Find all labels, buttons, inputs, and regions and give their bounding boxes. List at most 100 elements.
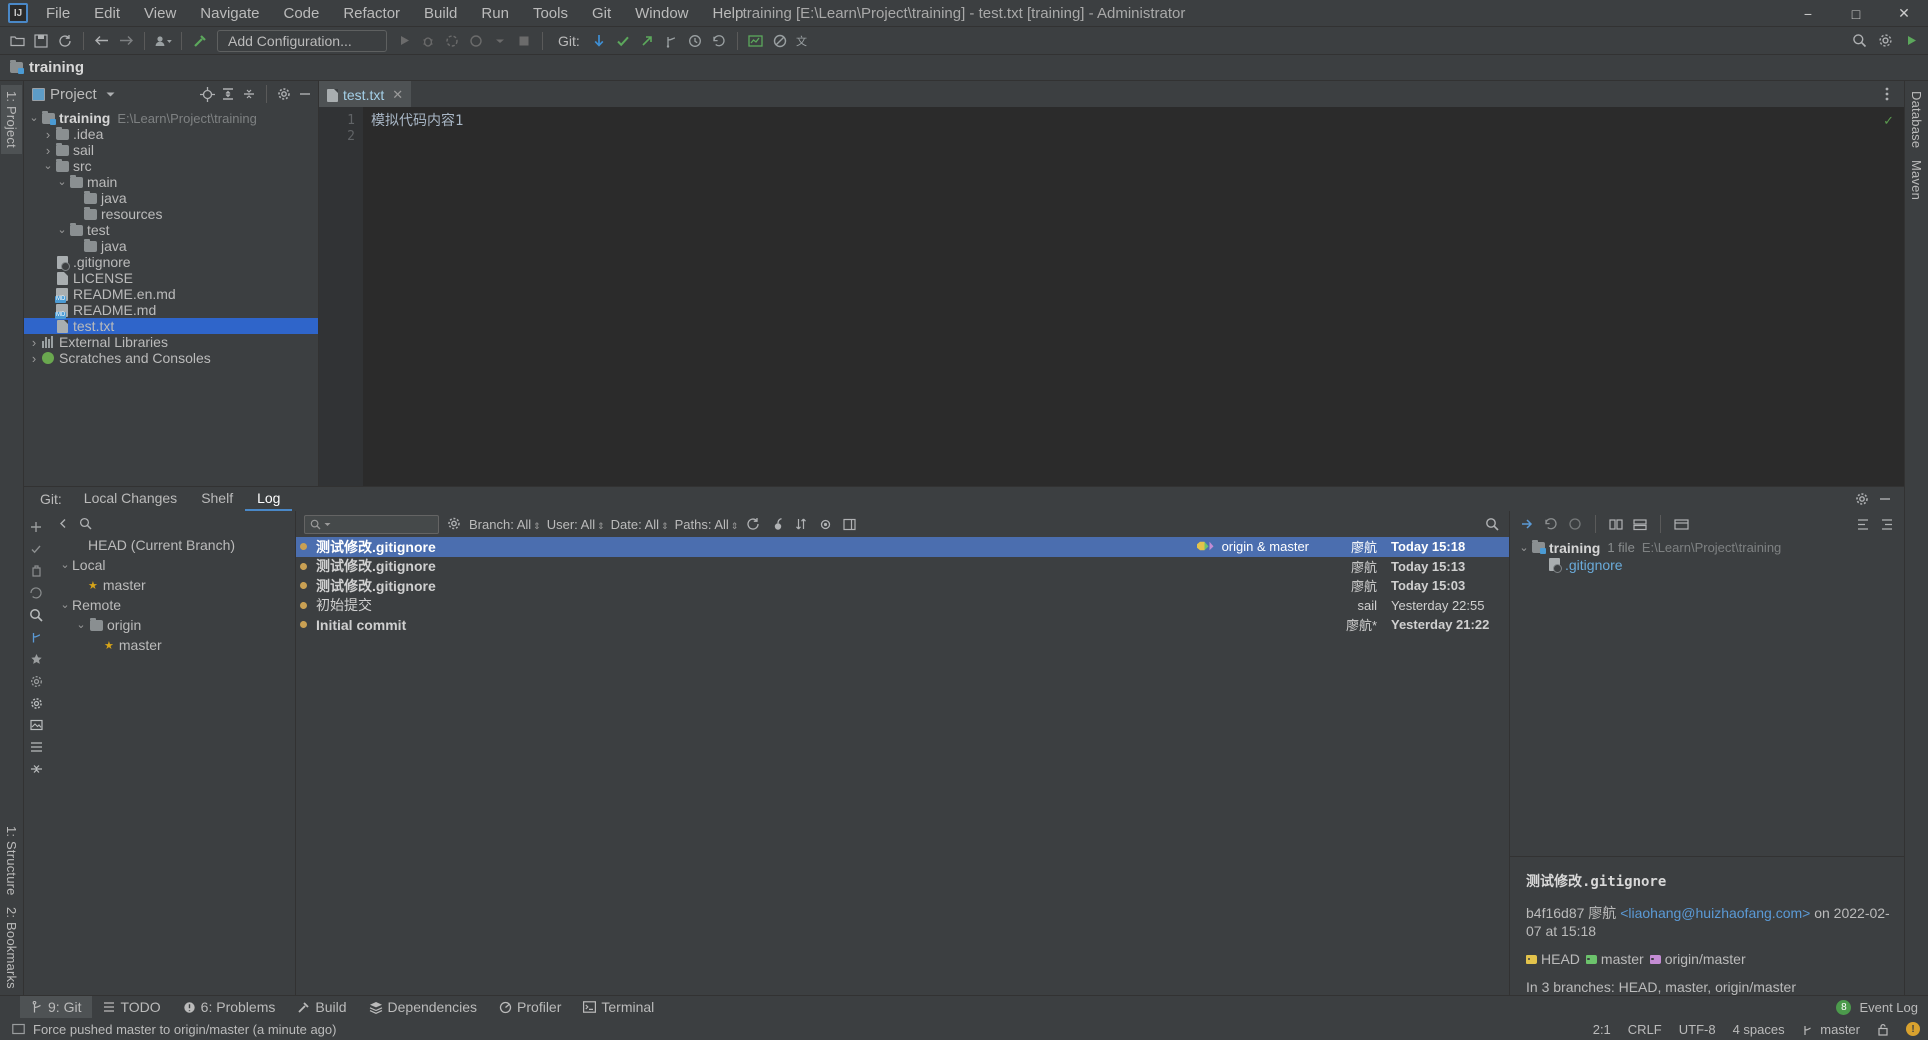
lock-icon[interactable] [1877, 1023, 1889, 1036]
git-commit-icon[interactable] [612, 30, 634, 52]
forward-arrow-icon[interactable] [115, 30, 137, 52]
collapse-left-icon[interactable] [54, 514, 72, 532]
project-tree-item-sail[interactable]: › sail [24, 142, 318, 158]
commit-row[interactable]: Initial commit 廖航* Yesterday 21:22 [296, 615, 1509, 635]
editor-text-area[interactable]: 模拟代码内容1 [363, 107, 1904, 486]
chevron-down-icon[interactable]: ⌄ [28, 113, 40, 124]
menu-refactor[interactable]: Refactor [331, 1, 412, 26]
menu-window[interactable]: Window [623, 1, 700, 26]
project-tree-item-resources[interactable]: resources [24, 206, 318, 222]
commit-email-link[interactable]: <liaohang@huizhaofang.com> [1620, 905, 1810, 921]
locate-target-icon[interactable] [198, 85, 216, 103]
filter-branch[interactable]: Branch: All ⇕ [469, 517, 541, 532]
project-tree-item-license[interactable]: LICENSE [24, 270, 318, 286]
refresh-icon[interactable] [744, 515, 762, 533]
chevron-down-icon[interactable]: ⌄ [58, 600, 72, 611]
build-hammer-icon[interactable] [189, 30, 211, 52]
project-tree-item-src[interactable]: ⌄ src [24, 158, 318, 174]
editor-tab-test-txt[interactable]: test.txt ✕ [319, 81, 412, 107]
group-by-module-icon[interactable] [1631, 515, 1649, 533]
chevron-down-icon[interactable] [489, 30, 511, 52]
git-push-icon[interactable] [636, 30, 658, 52]
project-tree-item-external-libraries[interactable]: › External Libraries [24, 334, 318, 350]
bottom-tab-git[interactable]: 9: Git [20, 996, 93, 1018]
commit-row[interactable]: 测试修改.gitignore 廖航 Today 15:13 [296, 557, 1509, 577]
filter-paths[interactable]: Paths: All ⇕ [675, 517, 739, 532]
checkmark-icon[interactable] [26, 539, 46, 559]
show-details-icon[interactable] [840, 515, 858, 533]
indent-setting[interactable]: 4 spaces [1733, 1022, 1785, 1037]
git-update-project-icon[interactable] [588, 30, 610, 52]
search-icon[interactable] [26, 605, 46, 625]
preview-diff-icon[interactable] [1672, 515, 1690, 533]
project-tree-item-readme-en-md[interactable]: README.en.md [24, 286, 318, 303]
branch-tree-item-local[interactable]: ⌄ Local [48, 555, 295, 575]
event-log-label[interactable]: Event Log [1859, 1000, 1918, 1015]
inspection-status-icon[interactable]: ✓ [1883, 113, 1894, 129]
close-icon[interactable]: ✕ [392, 87, 403, 103]
menu-tools[interactable]: Tools [521, 1, 580, 26]
chevron-right-icon[interactable]: › [28, 351, 40, 366]
sidebar-tab-bookmarks[interactable]: 2: Bookmarks [1, 901, 22, 995]
delete-icon[interactable] [26, 561, 46, 581]
eye-icon[interactable] [816, 515, 834, 533]
close-button[interactable]: ✕ [1880, 0, 1928, 27]
chevron-down-icon[interactable]: ⌄ [42, 161, 54, 172]
project-tree-item-training[interactable]: ⌄ training E:\Learn\Project\training [24, 110, 318, 126]
hide-panel-icon[interactable] [296, 85, 314, 103]
chevron-down-icon[interactable]: ⌄ [58, 560, 72, 571]
project-tree-item-java[interactable]: java [24, 190, 318, 206]
sync-icon[interactable] [54, 30, 76, 52]
file-encoding[interactable]: UTF-8 [1679, 1022, 1716, 1037]
caret-position[interactable]: 2:1 [1593, 1022, 1611, 1037]
star-icon[interactable] [26, 649, 46, 669]
branch-tree-item-master[interactable]: ★ master [48, 635, 295, 655]
chevron-down-icon[interactable]: ⌄ [56, 225, 68, 236]
sort-icon[interactable] [792, 515, 810, 533]
breadcrumb-training[interactable]: training [29, 59, 84, 76]
no-entry-icon[interactable] [769, 30, 791, 52]
menu-build[interactable]: Build [412, 1, 469, 26]
translate-icon[interactable]: 文 [793, 30, 815, 52]
collapse-all-icon[interactable] [240, 85, 258, 103]
maximize-button[interactable]: □ [1832, 0, 1880, 27]
run-configuration-selector[interactable]: Add Configuration... [217, 29, 387, 52]
undo-icon[interactable] [1542, 515, 1560, 533]
changed-files-tree[interactable]: ⌄ training 1 file E:\Learn\Project\training… [1510, 537, 1904, 856]
menu-git[interactable]: Git [580, 1, 623, 26]
run-with-coverage-icon[interactable] [441, 30, 463, 52]
project-tree-item-java[interactable]: java [24, 238, 318, 254]
chevron-right-icon[interactable]: › [42, 143, 54, 158]
branch-tree-item-remote[interactable]: ⌄ Remote [48, 595, 295, 615]
gear-icon[interactable] [275, 85, 293, 103]
image-icon[interactable] [26, 715, 46, 735]
sidebar-tab-database[interactable]: Database [1906, 85, 1927, 154]
tab-local-changes[interactable]: Local Changes [72, 487, 189, 511]
chevron-right-icon[interactable]: › [42, 127, 54, 142]
project-tree-item-test[interactable]: ⌄ test [24, 222, 318, 238]
menu-code[interactable]: Code [271, 1, 331, 26]
commit-row[interactable]: 初始提交 sail Yesterday 22:55 [296, 596, 1509, 616]
commit-row[interactable]: 测试修改.gitignore 廖航 Today 15:03 [296, 576, 1509, 596]
sidebar-tab-maven[interactable]: Maven [1906, 154, 1927, 206]
branch-tree-item-head--current-branch-[interactable]: HEAD (Current Branch) [48, 535, 295, 555]
sidebar-tab-structure[interactable]: 1: Structure [1, 820, 22, 902]
settings-circle-icon[interactable] [26, 671, 46, 691]
git-rollback-icon[interactable] [708, 30, 730, 52]
revert-icon[interactable] [26, 583, 46, 603]
notification-icon[interactable]: ! [1906, 1022, 1920, 1036]
changed-file-row[interactable]: ⌄ training 1 file E:\Learn\Project\training [1510, 539, 1904, 556]
filter-date[interactable]: Date: All ⇕ [611, 517, 669, 532]
debug-icon[interactable] [417, 30, 439, 52]
profile-run-icon[interactable] [465, 30, 487, 52]
chevron-right-icon[interactable]: › [28, 335, 40, 350]
diff-icon[interactable] [1518, 515, 1536, 533]
branch-search-input[interactable] [98, 514, 289, 532]
menu-run[interactable]: Run [469, 1, 521, 26]
branch-icon[interactable] [26, 627, 46, 647]
chevron-down-icon[interactable]: ⌄ [1518, 542, 1530, 553]
code-editor[interactable]: 1 2 模拟代码内容1 ✓ [319, 107, 1904, 486]
chevron-down-icon[interactable]: ⌄ [56, 177, 68, 188]
search-icon[interactable] [76, 514, 94, 532]
project-tree-item--gitignore[interactable]: .gitignore [24, 254, 318, 271]
